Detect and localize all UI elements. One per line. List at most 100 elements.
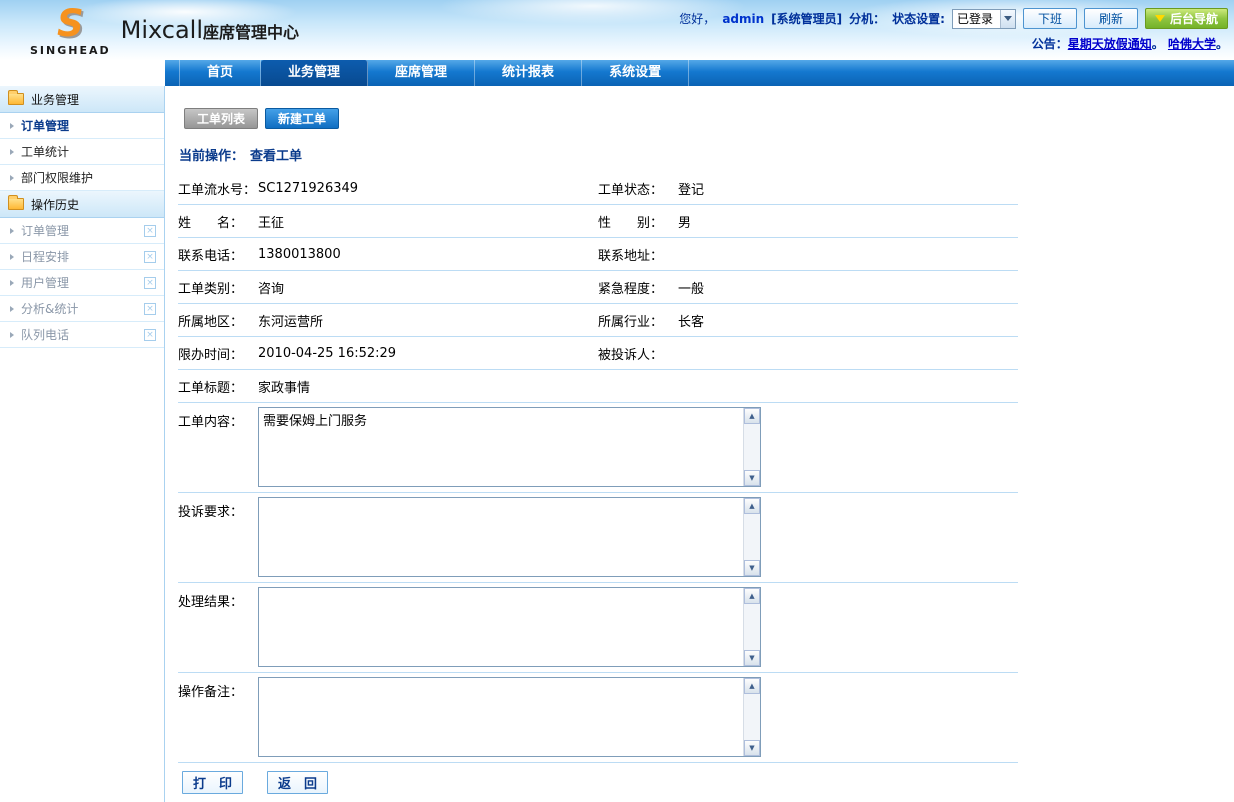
field-label: 限办时间：: [178, 344, 258, 363]
arrow-right-icon: [10, 149, 14, 155]
sidebar-module-schedule[interactable]: 日程安排×: [0, 244, 164, 270]
sidebar-module-order-management[interactable]: 订单管理×: [0, 218, 164, 244]
field-label: 联系地址：: [598, 245, 678, 264]
operation-note-textarea: ▲▼: [258, 677, 761, 757]
nav-row: 首页业务管理座席管理统计报表系统设置: [0, 60, 1234, 86]
complaint-request-textarea: ▲▼: [258, 497, 761, 577]
extension-label: 分机：: [849, 10, 885, 27]
down-arrow-icon: [1155, 15, 1165, 22]
chevron-down-icon[interactable]: [1000, 10, 1015, 28]
scroll-down-icon[interactable]: ▼: [744, 740, 760, 756]
work-order-content-textarea-input[interactable]: [259, 408, 743, 486]
backend-nav-label: 后台导航: [1170, 10, 1218, 27]
form-row: 工单流水号：SC1271926349工单状态：登记: [178, 172, 1018, 205]
arrow-right-icon: [10, 254, 14, 260]
field-value: 长客: [678, 311, 1018, 330]
sidebar-item-dept-permissions[interactable]: 部门权限维护: [0, 165, 164, 191]
notice-link-harvard[interactable]: 哈佛大学: [1168, 37, 1216, 51]
field-value: 咨询: [258, 278, 598, 297]
toolbar: 工单列表 新建工单: [184, 108, 1234, 129]
complaint-request-textarea-input[interactable]: [259, 498, 743, 576]
backend-nav-button[interactable]: 后台导航: [1145, 8, 1228, 29]
handle-result-textarea-input[interactable]: [259, 588, 743, 666]
operation-note-textarea-input[interactable]: [259, 678, 743, 756]
scroll-track: [744, 424, 760, 470]
sidebar-item-ticket-stats[interactable]: 工单统计: [0, 139, 164, 165]
field-label: 工单流水号：: [178, 179, 258, 198]
field-label: 所属地区：: [178, 311, 258, 330]
field-label: 工单状态：: [598, 179, 678, 198]
sidebar-module-queue-calls[interactable]: 队列电话×: [0, 322, 164, 348]
username: admin: [722, 12, 764, 26]
app-header: S SINGHEAD Mixcall座席管理中心 您好， admin [系统管理…: [0, 0, 1234, 60]
field-label: 工单标题：: [178, 377, 258, 396]
tab-business-management[interactable]: 业务管理: [261, 60, 368, 86]
scroll-up-icon[interactable]: ▲: [744, 588, 760, 604]
notice-separator: 。: [1216, 37, 1228, 51]
status-label: 状态设置:: [892, 10, 945, 27]
scrollbar[interactable]: ▲▼: [743, 408, 760, 486]
tab-stat-reports[interactable]: 统计报表: [475, 60, 582, 86]
scroll-down-icon[interactable]: ▼: [744, 650, 760, 666]
field-label: 姓 名：: [178, 212, 258, 231]
field-label: 操作备注：: [178, 681, 258, 700]
sidebar-item-label: 部门权限维护: [21, 169, 93, 186]
scroll-up-icon[interactable]: ▲: [744, 408, 760, 424]
notice-link-holiday[interactable]: 星期天放假通知: [1068, 37, 1152, 51]
sidebar-item-label: 日程安排: [21, 248, 69, 265]
field-value: 一般: [678, 278, 1018, 297]
sidebar-section-history[interactable]: 操作历史: [0, 191, 164, 218]
field-label: 工单内容：: [178, 411, 258, 430]
sidebar-module-analysis-stats[interactable]: 分析&统计×: [0, 296, 164, 322]
scrollbar[interactable]: ▲▼: [743, 498, 760, 576]
arrow-right-icon: [10, 123, 14, 129]
folder-icon: [8, 93, 24, 105]
scroll-down-icon[interactable]: ▼: [744, 470, 760, 486]
sidebar-item-label: 分析&统计: [21, 300, 78, 317]
tab-seat-management[interactable]: 座席管理: [368, 60, 475, 86]
scroll-up-icon[interactable]: ▲: [744, 498, 760, 514]
field-label: 性 别：: [598, 212, 678, 231]
scrollbar[interactable]: ▲▼: [743, 588, 760, 666]
scroll-up-icon[interactable]: ▲: [744, 678, 760, 694]
tab-system-settings[interactable]: 系统设置: [582, 60, 689, 86]
offwork-button[interactable]: 下班: [1023, 8, 1077, 29]
status-select[interactable]: 已登录: [952, 9, 1016, 29]
back-button[interactable]: 返 回: [267, 771, 328, 794]
new-work-order-button[interactable]: 新建工单: [265, 108, 339, 129]
greeting-text: 您好，: [679, 10, 715, 27]
user-bar: 您好， admin [系统管理员] 分机： 状态设置: 已登录 下班 刷新 后台…: [679, 8, 1228, 29]
field-value: SC1271926349: [258, 181, 598, 196]
refresh-button[interactable]: 刷新: [1084, 8, 1138, 29]
sidebar-section-business[interactable]: 业务管理: [0, 86, 164, 113]
scroll-down-icon[interactable]: ▼: [744, 560, 760, 576]
sidebar-item-order-management[interactable]: 订单管理: [0, 113, 164, 139]
app-title: Mixcall座席管理中心: [121, 16, 299, 44]
work-order-content-textarea: ▲▼: [258, 407, 761, 487]
logo-text: SINGHEAD: [30, 44, 111, 57]
singhead-logo-icon: S: [30, 4, 111, 44]
form-row: 操作备注：▲▼: [178, 673, 1018, 763]
form-row: 投诉要求：▲▼: [178, 493, 1018, 583]
brand-subtitle: 座席管理中心: [203, 23, 299, 42]
arrow-right-icon: [10, 306, 14, 312]
tab-home[interactable]: 首页: [179, 60, 261, 86]
scrollbar[interactable]: ▲▼: [743, 678, 760, 756]
work-order-list-button[interactable]: 工单列表: [184, 108, 258, 129]
print-button[interactable]: 打 印: [182, 771, 243, 794]
current-action-value[interactable]: 查看工单: [250, 149, 302, 164]
sidebar-item-label: 用户管理: [21, 274, 69, 291]
module-box-icon: ×: [144, 329, 156, 341]
handle-result-textarea: ▲▼: [258, 587, 761, 667]
field-label: 联系电话：: [178, 245, 258, 264]
scroll-track: [744, 694, 760, 740]
sidebar-section-label: 操作历史: [31, 196, 79, 213]
status-select-value: 已登录: [957, 10, 993, 27]
sidebar-module-user-management[interactable]: 用户管理×: [0, 270, 164, 296]
scroll-track: [744, 514, 760, 560]
company-logo: S SINGHEAD: [0, 0, 111, 57]
sidebar-item-label: 订单管理: [21, 117, 69, 134]
field-label: 处理结果：: [178, 591, 258, 610]
form-row: 所属地区：东河运营所所属行业：长客: [178, 304, 1018, 337]
breadcrumb: 当前操作：查看工单: [179, 145, 1234, 164]
